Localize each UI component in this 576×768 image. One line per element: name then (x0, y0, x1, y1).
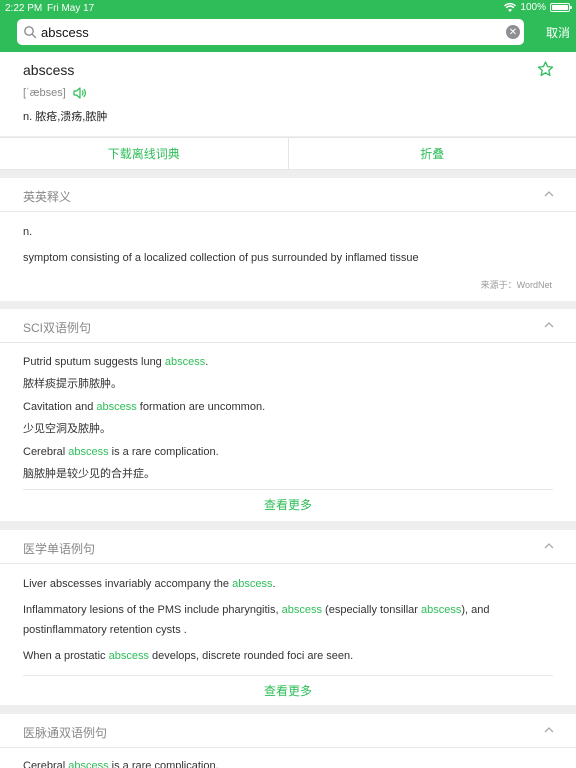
status-time: 2:22 PM (5, 3, 43, 14)
headword: abscess (23, 62, 75, 78)
part-of-speech: n. (23, 226, 33, 238)
medical-example-continued: postinflammatory retention cysts . (23, 624, 187, 636)
medical-example: Inflammatory lesions of the PMS include … (23, 604, 490, 616)
speaker-icon[interactable] (72, 86, 86, 100)
battery-icon (550, 3, 572, 12)
sci-examples-section: SCI双语例句 Putrid sputum suggests lung absc… (0, 309, 576, 521)
phonetic-row: [ˈæbses] (23, 86, 86, 100)
phonetic: [ˈæbses] (23, 87, 66, 99)
chevron-up-icon[interactable] (544, 190, 554, 198)
medical-example: When a prostatic abscess develops, discr… (23, 650, 354, 662)
medical-examples-section: 医学单语例句 Liver abscesses invariably accomp… (0, 530, 576, 705)
example-en: Cerebral abscess is a rare complication. (23, 760, 219, 768)
yimai-examples-section: 医脉通双语例句 Cerebral abscess is a rare compl… (0, 714, 576, 768)
status-date: Fri May 17 (47, 3, 95, 14)
english-definition-header[interactable]: 英英释义 (0, 178, 576, 212)
action-bar: 下载离线词典 折叠 (0, 137, 576, 170)
section-title: 英英释义 (23, 190, 72, 204)
chevron-up-icon[interactable] (544, 321, 554, 329)
english-definition-section: 英英释义 n. symptom consisting of a localize… (0, 178, 576, 301)
battery-percent: 100% (520, 2, 546, 13)
see-more-button[interactable]: 查看更多 (23, 489, 553, 519)
status-right: 100% (504, 2, 572, 13)
star-icon[interactable] (537, 61, 554, 82)
short-definition: n. 脓疮,溃疡,脓肿 (23, 111, 108, 123)
medical-examples-header[interactable]: 医学单语例句 (0, 530, 576, 564)
english-definition-text: symptom consisting of a localized collec… (23, 252, 419, 264)
search-bar[interactable]: ✕ (17, 19, 524, 45)
section-title: SCI双语例句 (23, 321, 92, 335)
example-en: Cavitation and abscess formation are unc… (23, 401, 266, 413)
status-bar: 2:22 PM Fri May 17 100% (0, 0, 576, 16)
wifi-icon (504, 3, 517, 12)
search-input[interactable] (41, 24, 506, 40)
definition-source: 来源于：WordNet (480, 280, 552, 290)
medical-example: Liver abscesses invariably accompany the… (23, 578, 276, 590)
yimai-examples-header[interactable]: 医脉通双语例句 (0, 714, 576, 748)
fold-button[interactable]: 折叠 (287, 138, 576, 169)
download-dictionary-button[interactable]: 下载离线词典 (0, 138, 288, 169)
search-icon (23, 25, 37, 39)
example-zh: 脑脓肿是较少见的合并症。 (23, 468, 155, 480)
example-zh: 少见空洞及脓肿。 (23, 423, 111, 435)
example-zh: 脓样痰提示肺脓肿。 (23, 378, 122, 390)
example-en: Putrid sputum suggests lung abscess. (23, 356, 209, 368)
see-more-button[interactable]: 查看更多 (23, 675, 553, 705)
sci-examples-header[interactable]: SCI双语例句 (0, 309, 576, 343)
clear-icon[interactable]: ✕ (506, 25, 520, 39)
section-title: 医脉通双语例句 (23, 726, 108, 740)
app-header: 2:22 PM Fri May 17 100% ✕ 取消 (0, 0, 576, 52)
section-title: 医学单语例句 (23, 542, 96, 556)
cancel-button[interactable]: 取消 (546, 24, 570, 41)
example-en: Cerebral abscess is a rare complication. (23, 446, 219, 458)
chevron-up-icon[interactable] (544, 726, 554, 734)
word-card: abscess [ˈæbses] n. 脓疮,溃疡,脓肿 (0, 52, 576, 136)
chevron-up-icon[interactable] (544, 542, 554, 550)
